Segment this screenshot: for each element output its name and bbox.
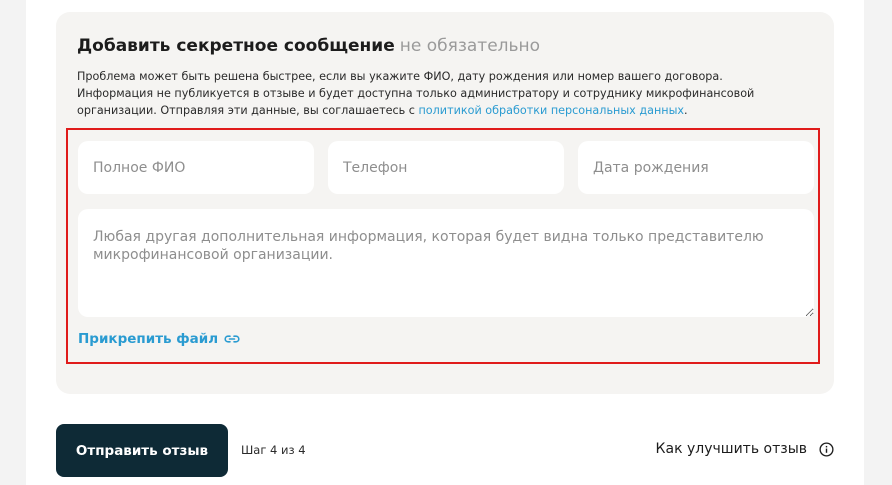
- phone-input[interactable]: [328, 141, 564, 194]
- secret-message-title-text: Добавить секретное сообщение: [77, 36, 395, 56]
- extra-info-textarea[interactable]: [78, 209, 814, 317]
- full-name-input[interactable]: [78, 141, 314, 194]
- birth-date-input[interactable]: [578, 141, 814, 194]
- attach-file-label: Прикрепить файл: [78, 331, 219, 347]
- secret-message-card: Добавить секретное сообщение не обязатель…: [56, 12, 834, 394]
- secret-message-description: Проблема может быть решена быстрее, если…: [77, 68, 797, 119]
- privacy-policy-link[interactable]: политикой обработки персональных данных: [418, 104, 684, 117]
- description-end: .: [684, 104, 688, 117]
- optional-label: не обязательно: [399, 36, 541, 56]
- improve-review-link[interactable]: Как улучшить отзыв: [656, 441, 834, 457]
- improve-review-label: Как улучшить отзыв: [655, 441, 807, 457]
- secret-message-title: Добавить секретное сообщение не обязатель…: [77, 36, 540, 56]
- info-icon: [819, 441, 834, 457]
- step-indicator: Шаг 4 из 4: [241, 443, 306, 457]
- submit-review-button[interactable]: Отправить отзыв: [56, 424, 228, 477]
- link-icon: [222, 333, 242, 345]
- attach-file-button[interactable]: Прикрепить файл: [78, 331, 242, 347]
- review-form-page: Добавить секретное сообщение не обязатель…: [26, 0, 864, 485]
